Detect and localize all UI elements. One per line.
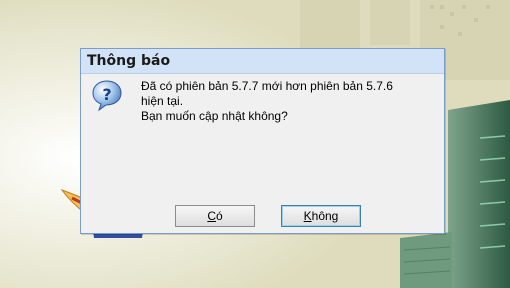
svg-text:?: ? — [102, 85, 111, 104]
yes-mnemonic: C — [207, 209, 216, 223]
update-dialog: Thông báo ? Đã có phiên bản 5.7.7 mới hơ… — [80, 48, 445, 234]
dialog-titlebar: Thông báo — [81, 49, 444, 74]
yes-button[interactable]: Có — [175, 205, 255, 227]
message-line: hiện tại. — [141, 94, 184, 108]
yes-label-rest: ó — [215, 209, 223, 223]
message-line: Đã có phiên bản 5.7.7 mới hơn phiên bản … — [141, 79, 393, 93]
dialog-message: Đã có phiên bản 5.7.7 mới hơn phiên bản … — [141, 79, 431, 124]
no-button[interactable]: Không — [281, 205, 361, 227]
message-line: Bạn muốn cập nhật không? — [141, 109, 288, 123]
dialog-title: Thông báo — [87, 53, 171, 69]
no-label-rest: hông — [311, 209, 339, 223]
no-mnemonic: K — [303, 209, 312, 223]
question-icon: ? — [92, 80, 122, 111]
